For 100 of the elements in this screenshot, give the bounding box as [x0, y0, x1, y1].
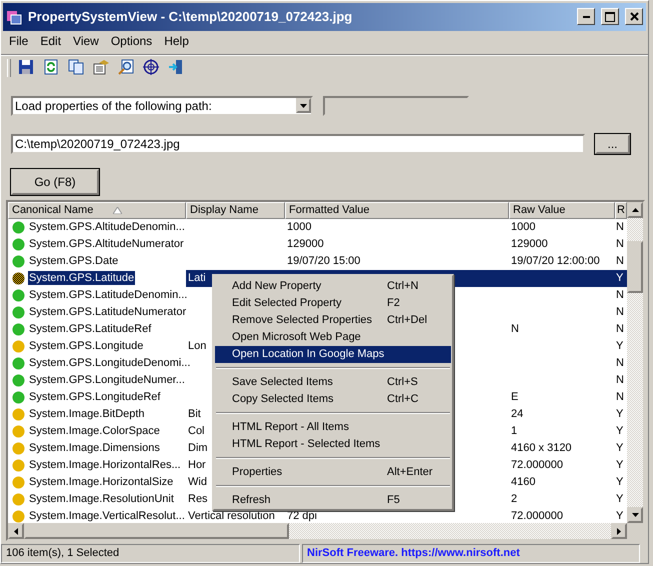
status-dot-icon	[12, 492, 25, 506]
column-header[interactable]: Display Name	[186, 202, 285, 219]
table-cell: System.GPS.LongitudeRef	[28, 390, 162, 404]
table-cell: Y	[616, 459, 624, 472]
table-cell: 72.000000	[511, 510, 563, 522]
column-header[interactable]: Formatted Value	[285, 202, 509, 219]
refresh-icon	[43, 58, 59, 75]
context-menu-item[interactable]: Open Location In Google Maps	[215, 346, 451, 363]
table-cell: Y	[616, 442, 624, 454]
context-menu-item[interactable]: HTML Report - Selected Items	[215, 436, 451, 453]
down-arrow-icon	[300, 104, 307, 108]
horizontal-scrollbar[interactable]	[8, 523, 627, 540]
website-link[interactable]: NirSoft Freeware. https://www.nirsoft.net	[302, 544, 640, 563]
table-cell: Y	[616, 272, 624, 284]
maximize-icon	[605, 12, 615, 22]
status-dot-icon	[12, 458, 25, 472]
status-dot-icon	[12, 238, 25, 251]
table-cell: System.Image.HorizontalSize	[28, 475, 174, 490]
scroll-thumb[interactable]	[627, 240, 643, 293]
table-cell: Lati	[188, 272, 206, 284]
toolbar-button[interactable]	[93, 58, 111, 77]
menu-item[interactable]: Edit	[34, 34, 68, 48]
table-cell: System.GPS.Longitude	[28, 339, 144, 354]
table-cell: N	[616, 255, 624, 268]
column-header[interactable]: Raw Value	[509, 202, 615, 219]
table-cell: 129000	[511, 238, 548, 250]
window-title: PropertySystemView - C:\temp\20200719_072423.jpg	[28, 9, 354, 24]
up-arrow-icon	[632, 208, 638, 212]
menu-item[interactable]: View	[67, 34, 105, 48]
menu-item[interactable]: Options	[104, 34, 158, 48]
browse-button[interactable]: ...	[595, 134, 630, 154]
path-field[interactable]: C:\temp\20200719_072423.jpg	[11, 134, 585, 154]
table-cell: N	[616, 238, 624, 250]
context-menu-item[interactable]: Properties Alt+Enter	[215, 464, 451, 481]
context-menu-item[interactable]: Copy Selected Items Ctrl+C	[215, 391, 451, 408]
toolbar-button[interactable]	[18, 58, 36, 77]
table-cell: 24	[511, 408, 524, 420]
dropdown-value: Load properties of the following path:	[14, 98, 212, 113]
maximize-button[interactable]	[601, 8, 619, 26]
table-cell: Y	[616, 510, 624, 522]
status-dot-icon	[12, 424, 25, 438]
item-count: 106 item(s), 1 Selected	[1, 544, 300, 563]
dropdown-arrow-button[interactable]	[296, 98, 311, 114]
column-header[interactable]: Canonical Name	[8, 202, 186, 219]
table-cell: System.Image.ResolutionUnit	[28, 492, 175, 506]
close-button[interactable]	[625, 8, 643, 26]
table-cell: System.GPS.Latitude	[28, 271, 136, 286]
status-dot-icon	[12, 510, 25, 523]
scroll-down-button[interactable]	[627, 507, 643, 524]
status-dot-icon	[12, 306, 25, 319]
menu-item[interactable]: File	[3, 34, 34, 48]
toolbar-button[interactable]	[68, 58, 86, 77]
app-icon	[6, 8, 22, 25]
minimize-button[interactable]	[577, 8, 595, 26]
table-cell: System.Image.Dimensions	[28, 441, 161, 456]
table-cell: Hor	[188, 459, 206, 472]
context-menu-item[interactable]: Save Selected Items Ctrl+S	[215, 374, 451, 391]
menu-item[interactable]: Help	[158, 34, 195, 48]
table-cell: System.Image.VerticalResolut...	[28, 509, 186, 524]
status-dot-icon	[12, 442, 25, 455]
scroll-left-button[interactable]	[8, 523, 24, 540]
status-dot-icon	[12, 340, 25, 353]
table-cell: System.Image.BitDepth	[28, 407, 146, 422]
context-menu-item[interactable]: HTML Report - All Items	[215, 419, 451, 436]
exit-door-icon	[168, 58, 184, 75]
table-cell: Vertical resolution	[188, 510, 275, 522]
table-cell: N	[616, 221, 624, 234]
table-cell: 2	[511, 493, 518, 506]
table-cell: 4160 x 3120	[511, 442, 572, 454]
toolbar-button[interactable]	[143, 58, 161, 77]
table-cell: Y	[616, 340, 624, 352]
column-header[interactable]: R	[615, 202, 627, 219]
context-menu-item[interactable]: Add New Property Ctrl+N	[215, 278, 451, 295]
right-arrow-icon	[617, 528, 621, 535]
table-cell: System.Image.ColorSpace	[28, 424, 161, 438]
table-cell: 4160	[511, 476, 536, 488]
table-cell: System.GPS.LatitudeNumerator	[28, 305, 188, 320]
table-cell: Res	[188, 493, 208, 506]
context-menu-item[interactable]: Open Microsoft Web Page	[215, 329, 451, 346]
context-menu-item[interactable]: Remove Selected Properties Ctrl+Del	[215, 312, 451, 329]
context-menu-item[interactable]: Refresh F5	[215, 492, 451, 509]
status-dot-icon	[12, 272, 25, 285]
go-button[interactable]: Go (F8)	[11, 168, 99, 195]
scroll-right-button[interactable]	[611, 523, 627, 540]
table-cell: System.GPS.Date	[28, 254, 120, 268]
table-cell: 72.000000	[511, 459, 563, 472]
context-menu-item[interactable]: Edit Selected Property F2	[215, 295, 451, 312]
table-cell: N	[511, 323, 519, 336]
table-cell: System.GPS.LatitudeRef	[28, 322, 152, 336]
vertical-scrollbar[interactable]	[627, 202, 643, 524]
scroll-up-button[interactable]	[627, 202, 643, 218]
load-mode-dropdown[interactable]: Load properties of the following path:	[11, 96, 313, 116]
table-cell: System.GPS.LongitudeNumer...	[28, 373, 186, 388]
status-dot-icon	[12, 408, 25, 421]
toolbar-button[interactable]	[118, 58, 136, 77]
status-dot-icon	[12, 288, 25, 302]
status-dot-icon	[12, 374, 25, 387]
status-dot-icon	[12, 220, 25, 234]
table-cell: N	[616, 289, 624, 302]
scroll-thumb[interactable]	[24, 523, 289, 540]
